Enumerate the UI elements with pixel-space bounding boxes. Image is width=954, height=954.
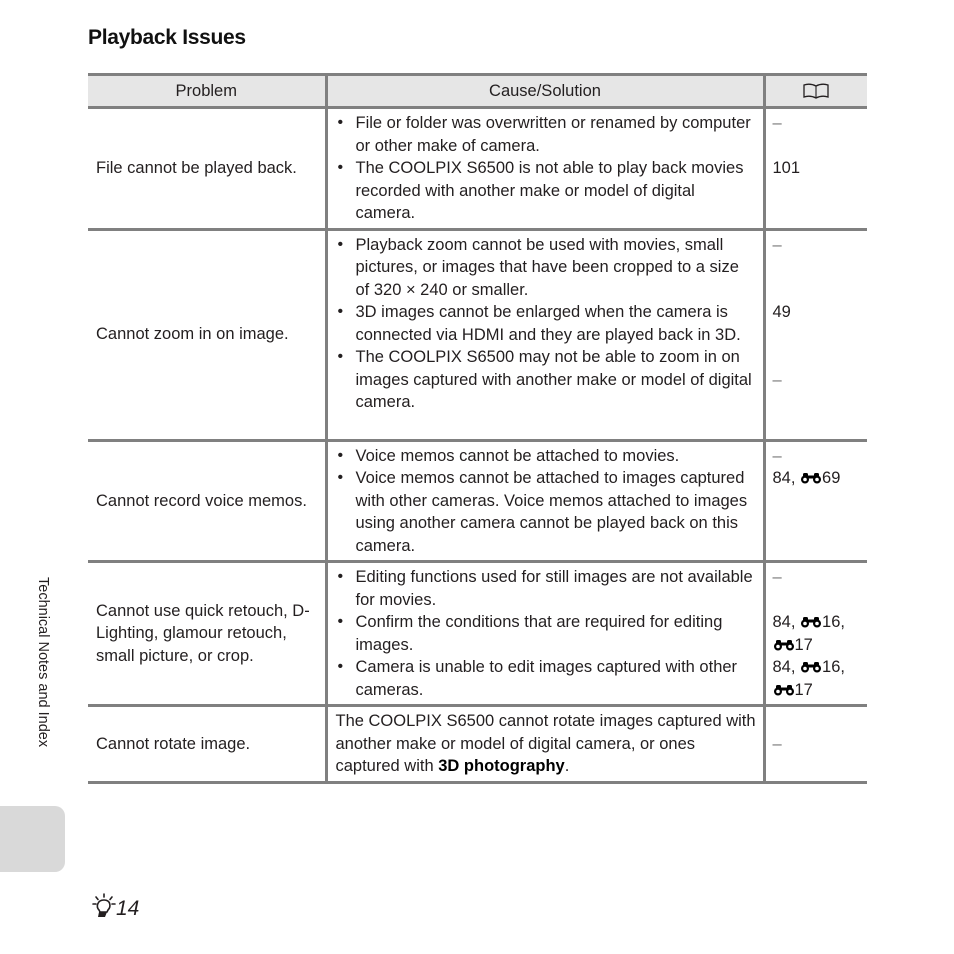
lightbulb-icon bbox=[92, 893, 116, 917]
table-row: Cannot record voice memos. Voice memos c… bbox=[88, 440, 867, 563]
reference-cell: – 49 – bbox=[762, 229, 867, 442]
reference-value: – bbox=[772, 114, 782, 132]
binoculars-icon bbox=[801, 617, 822, 628]
binoculars-icon bbox=[773, 684, 794, 695]
table-row: Cannot rotate image. The COOLPIX S6500 c… bbox=[88, 705, 867, 784]
reference-link[interactable]: 84, 16, bbox=[773, 611, 861, 634]
reference-value: – bbox=[772, 568, 782, 586]
appendix-ref: 17 bbox=[794, 635, 813, 654]
book-icon bbox=[803, 83, 829, 99]
appendix-ref: 16, bbox=[822, 613, 845, 631]
cause-cell: Playback zoom cannot be used with movies… bbox=[324, 229, 764, 442]
binoculars-icon bbox=[801, 662, 822, 673]
reference-link[interactable]: 101 bbox=[773, 157, 861, 180]
cause-item: Voice memos cannot be attached to images… bbox=[334, 467, 757, 557]
problem-cell: Cannot record voice memos. bbox=[88, 440, 326, 563]
cause-emphasis: 3D photography bbox=[438, 757, 565, 775]
reference-link[interactable]: 84, 16, bbox=[773, 656, 861, 679]
reference-link[interactable]: 17 bbox=[773, 634, 861, 657]
page-ref: 84, bbox=[772, 613, 801, 631]
cause-item: File or folder was overwritten or rename… bbox=[334, 112, 757, 157]
page-number: 14 bbox=[90, 893, 139, 921]
page-ref: 84, bbox=[772, 469, 801, 487]
cause-item: Confirm the conditions that are required… bbox=[334, 611, 757, 656]
section-title: Playback Issues bbox=[88, 26, 246, 49]
reference-value: – bbox=[772, 446, 782, 465]
header-reference bbox=[762, 73, 867, 109]
reference-cell: – 101 bbox=[762, 107, 867, 231]
reference-link[interactable]: 49 bbox=[773, 301, 861, 324]
header-cause-solution: Cause/Solution bbox=[324, 73, 764, 109]
reference-cell: – bbox=[762, 705, 867, 784]
appendix-ref: 16, bbox=[822, 658, 845, 676]
appendix-ref: 17 bbox=[794, 680, 813, 699]
reference-cell: – 84, 69 bbox=[762, 440, 867, 563]
cause-cell: Editing functions used for still images … bbox=[324, 561, 764, 707]
appendix-ref: 69 bbox=[822, 469, 841, 487]
cause-item: Editing functions used for still images … bbox=[334, 566, 757, 611]
cause-item: The COOLPIX S6500 is not able to play ba… bbox=[334, 157, 757, 225]
reference-value: – bbox=[772, 370, 782, 389]
reference-link[interactable]: 17 bbox=[773, 679, 861, 702]
header-problem: Problem bbox=[88, 73, 326, 109]
table-row: Cannot use quick retouch, D-Lighting, gl… bbox=[88, 561, 867, 707]
page-ref: 84, bbox=[772, 658, 801, 676]
cause-item: 3D images cannot be enlarged when the ca… bbox=[334, 301, 757, 346]
table-row: Cannot zoom in on image. Playback zoom c… bbox=[88, 229, 867, 442]
reference-value: – bbox=[772, 235, 782, 254]
cause-cell: Voice memos cannot be attached to movies… bbox=[324, 440, 764, 563]
binoculars-icon bbox=[773, 639, 794, 650]
cause-item: Playback zoom cannot be used with movies… bbox=[334, 234, 757, 302]
section-side-label: Technical Notes and Index bbox=[35, 577, 51, 748]
section-tab[interactable] bbox=[0, 806, 65, 872]
reference-value: – bbox=[772, 734, 782, 753]
reference-cell: – 84, 16, 17 84, 16, 17 bbox=[762, 561, 867, 707]
cause-item: Camera is unable to edit images captured… bbox=[334, 656, 757, 701]
cause-cell: File or folder was overwritten or rename… bbox=[324, 107, 764, 231]
table-row: File cannot be played back. File or fold… bbox=[88, 107, 867, 231]
page-number-value: 14 bbox=[116, 897, 140, 920]
problem-cell: Cannot zoom in on image. bbox=[88, 229, 326, 442]
cause-text-end: . bbox=[564, 757, 570, 775]
cause-item: Voice memos cannot be attached to movies… bbox=[334, 445, 757, 468]
problem-cell: Cannot use quick retouch, D-Lighting, gl… bbox=[88, 561, 326, 707]
table-header-row: Problem Cause/Solution bbox=[88, 73, 867, 109]
problem-cell: Cannot rotate image. bbox=[88, 705, 326, 784]
cause-item: The COOLPIX S6500 may not be able to zoo… bbox=[334, 346, 757, 414]
playback-issues-table: Problem Cause/Solution File cannot be pl… bbox=[88, 73, 867, 784]
reference-value bbox=[773, 135, 861, 158]
binoculars-icon bbox=[801, 473, 822, 484]
reference-link[interactable]: 84, 69 bbox=[773, 467, 861, 490]
cause-cell: The COOLPIX S6500 cannot rotate images c… bbox=[324, 705, 764, 784]
problem-cell: File cannot be played back. bbox=[88, 107, 326, 231]
